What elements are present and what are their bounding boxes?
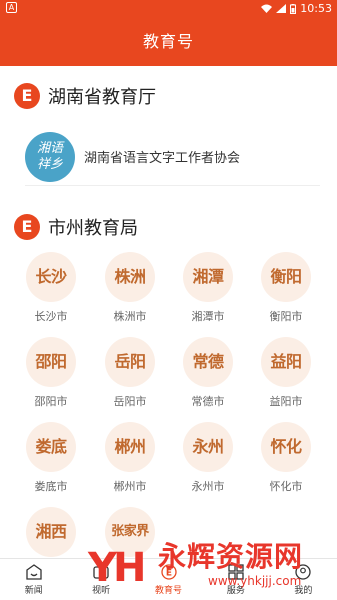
city-item-yongzhou[interactable]: 永州 永州市 [178, 422, 238, 494]
province-org-item[interactable]: 湘语 祥乡 湖南省语言文字工作者协会 [25, 128, 320, 186]
city-name: 邵阳市 [34, 395, 68, 408]
city-circle: 常德 [183, 337, 233, 387]
section-province-title: 湖南省教育厅 [48, 87, 156, 108]
tab-news[interactable]: 新闻 [0, 559, 67, 600]
city-item-zhuzhou[interactable]: 株洲 株洲市 [100, 252, 160, 324]
status-bar: A 10:53 [0, 0, 337, 18]
org-name: 湖南省语言文字工作者协会 [84, 151, 241, 166]
city-circle: 长沙 [26, 252, 76, 302]
city-item-xiangtan[interactable]: 湘潭 湘潭市 [178, 252, 238, 324]
city-name: 长沙市 [34, 310, 68, 323]
city-circle: 永州 [183, 422, 233, 472]
svg-text:E: E [165, 569, 171, 579]
city-name: 株洲市 [113, 310, 147, 323]
city-circle: 株洲 [105, 252, 155, 302]
wifi-icon [261, 4, 273, 13]
city-circle: 衡阳 [261, 252, 311, 302]
city-name: 常德市 [191, 395, 225, 408]
tab-video[interactable]: 视听 [67, 559, 134, 600]
city-item-changde[interactable]: 常德 常德市 [178, 337, 238, 409]
city-item-yueyang[interactable]: 岳阳 岳阳市 [100, 337, 160, 409]
tab-label: 教育号 [155, 586, 183, 596]
city-name: 湘潭市 [191, 310, 225, 323]
education-icon: E [160, 564, 177, 580]
tab-label: 我的 [294, 586, 313, 596]
city-circle: 邵阳 [26, 337, 76, 387]
status-icons: 10:53 [261, 2, 332, 15]
app-notification-icon: A [6, 2, 17, 13]
city-item-huaihua[interactable]: 怀化 怀化市 [256, 422, 316, 494]
tab-education[interactable]: E 教育号 [135, 559, 202, 600]
section-city-title: 市州教育局 [48, 218, 138, 239]
city-name: 岳阳市 [113, 395, 147, 408]
city-item-loudi[interactable]: 娄底 娄底市 [21, 422, 81, 494]
profile-icon [295, 564, 311, 580]
city-name: 永州市 [191, 480, 225, 493]
service-icon [228, 564, 244, 580]
section-city-header: E 市州教育局 [14, 214, 138, 240]
city-item-hengyang[interactable]: 衡阳 衡阳市 [256, 252, 316, 324]
tab-profile[interactable]: 我的 [270, 559, 337, 600]
city-name: 娄底市 [34, 480, 68, 493]
section-province-header: E 湖南省教育厅 [14, 83, 156, 109]
city-item-changsha[interactable]: 长沙 长沙市 [21, 252, 81, 324]
city-name: 郴州市 [113, 480, 147, 493]
home-icon [26, 564, 42, 580]
section-badge-icon: E [14, 83, 40, 109]
city-circle: 湘西 [26, 507, 76, 557]
tab-label: 服务 [226, 586, 245, 596]
city-item-xiangxi[interactable]: 湘西 [21, 507, 81, 557]
city-circle: 怀化 [261, 422, 311, 472]
app-header: 教育号 [0, 18, 337, 66]
org-logo-icon: 湘语 祥乡 [25, 131, 75, 182]
city-name: 衡阳市 [269, 310, 303, 323]
org-logo-text-2: 祥乡 [36, 156, 63, 172]
city-name: 益阳市 [269, 395, 303, 408]
battery-icon [290, 3, 297, 14]
city-circle: 湘潭 [183, 252, 233, 302]
city-item-yiyang[interactable]: 益阳 益阳市 [256, 337, 316, 409]
city-circle: 娄底 [26, 422, 76, 472]
bottom-tab-bar: 新闻 视听 E 教育号 服务 我的 [0, 558, 337, 600]
city-name: 怀化市 [269, 480, 303, 493]
city-item-zhangjiajie[interactable]: 张家界 [100, 507, 160, 557]
city-circle: 岳阳 [105, 337, 155, 387]
city-item-shaoyang[interactable]: 邵阳 邵阳市 [21, 337, 81, 409]
video-icon [93, 566, 109, 579]
signal-icon [276, 4, 287, 13]
city-circle: 张家界 [105, 507, 155, 557]
city-circle: 郴州 [105, 422, 155, 472]
tab-label: 新闻 [24, 586, 43, 596]
tab-service[interactable]: 服务 [202, 559, 269, 600]
section-badge-icon: E [14, 214, 40, 240]
tab-label: 视听 [92, 586, 111, 596]
status-time: 10:53 [300, 2, 332, 15]
city-item-chenzhou[interactable]: 郴州 郴州市 [100, 422, 160, 494]
city-circle: 益阳 [261, 337, 311, 387]
org-logo-text-1: 湘语 [36, 140, 63, 156]
page-title: 教育号 [142, 32, 194, 51]
